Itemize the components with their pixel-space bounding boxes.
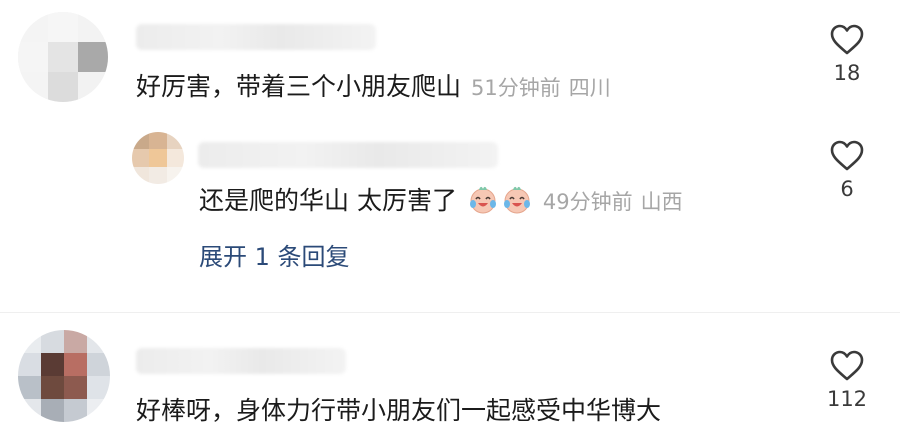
heart-outline-icon[interactable] — [830, 140, 864, 171]
avatar[interactable] — [18, 330, 110, 422]
laughing-tears-emoji-icon — [469, 186, 496, 214]
comment-2: 还是爬的华山 太厉害了 49分钟前 山西 — [199, 183, 691, 219]
username-blurred[interactable] — [136, 348, 346, 374]
comment-location: 山西 — [640, 190, 683, 214]
comment-1: 好厉害，带着三个小朋友爬山 51分钟前 四川 — [136, 70, 619, 105]
like-button[interactable]: 112 — [817, 350, 877, 411]
comment-location: 四川 — [568, 76, 611, 100]
username-blurred[interactable] — [136, 24, 376, 50]
avatar[interactable] — [18, 12, 108, 102]
like-count: 18 — [833, 61, 861, 85]
like-button[interactable]: 18 — [817, 24, 877, 85]
comment-meta: 51分钟前 四川 — [471, 76, 619, 100]
avatar[interactable] — [132, 132, 184, 184]
like-count: 6 — [840, 177, 854, 201]
laughing-tears-emoji-icon — [503, 186, 530, 214]
divider — [0, 312, 900, 313]
comment-text: 还是爬的华山 太厉害了 — [199, 186, 457, 215]
heart-outline-icon[interactable] — [830, 24, 864, 55]
comment-text: 好棒呀，身体力行带小朋友们一起感受中华博大 — [136, 396, 662, 425]
comment-list: 好厉害，带着三个小朋友爬山 51分钟前 四川 18 还是爬的华山 太厉害了 49… — [0, 0, 900, 435]
comment-time: 51分钟前 — [471, 76, 561, 100]
like-button[interactable]: 6 — [817, 140, 877, 201]
username-blurred[interactable] — [198, 142, 498, 168]
comment-meta: 49分钟前 山西 — [543, 190, 691, 214]
heart-outline-icon[interactable] — [830, 350, 864, 381]
comment-time: 49分钟前 — [542, 190, 633, 214]
like-count: 112 — [826, 387, 868, 411]
comment-3: 好棒呀，身体力行带小朋友们一起感受中华博大 — [136, 394, 661, 428]
expand-replies-link[interactable]: 展开 1 条回复 — [199, 241, 350, 273]
comment-text: 好厉害，带着三个小朋友爬山 — [136, 72, 462, 101]
